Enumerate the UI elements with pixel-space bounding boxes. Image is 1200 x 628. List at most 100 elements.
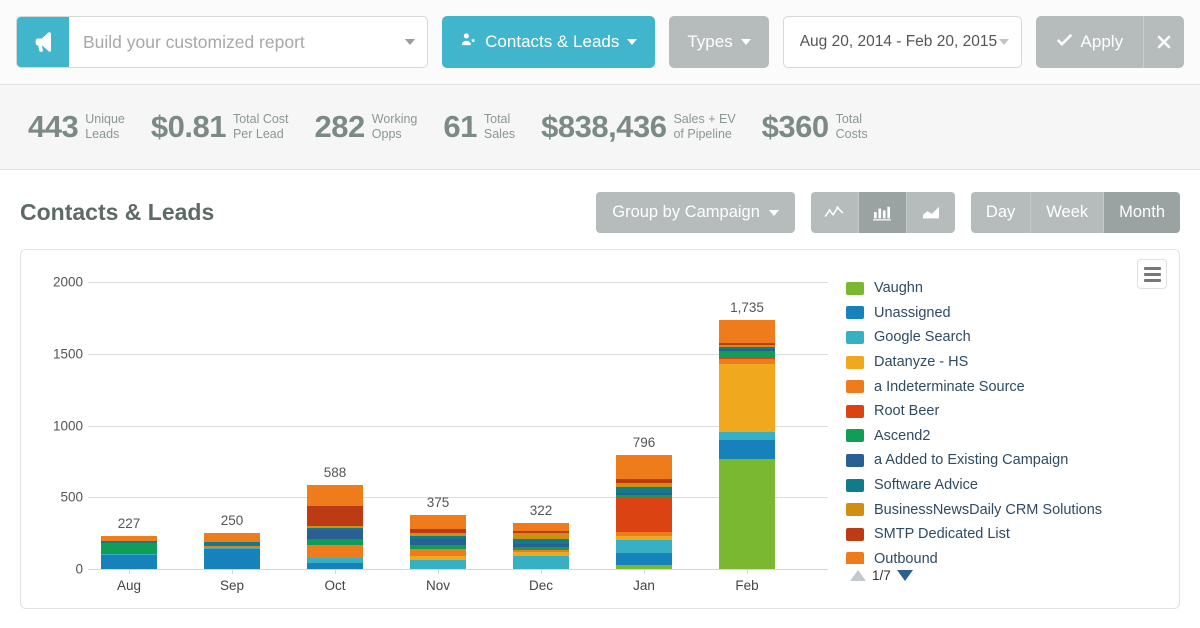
stacked-bar[interactable] [410, 515, 466, 569]
legend-item-label: SMTP Dedicated List [874, 526, 1010, 543]
legend-item[interactable]: Google Search [846, 325, 1179, 350]
bar-segment[interactable] [719, 320, 775, 343]
bar-total-label: 1,735 [730, 300, 764, 316]
kpi-total-costs: $360 Total Costs [762, 109, 868, 145]
legend-item[interactable]: Unassigned [846, 301, 1179, 326]
bar-segment[interactable] [307, 544, 363, 559]
legend-item[interactable]: Software Advice [846, 473, 1179, 498]
contacts-leads-button[interactable]: Contacts & Leads [442, 16, 656, 68]
stacked-bar[interactable] [616, 454, 672, 569]
date-range-picker[interactable]: Aug 20, 2014 - Feb 20, 2015 [782, 16, 1022, 68]
bar-segment[interactable] [616, 552, 672, 565]
report-builder-field[interactable] [16, 16, 429, 68]
legend-item[interactable]: SMTP Dedicated List [846, 522, 1179, 547]
interval-month[interactable]: Month [1104, 192, 1180, 233]
chevron-down-icon [768, 209, 779, 216]
chart-card: 0 500 1000 1500 2000 227 Aug 250 Sep 588 Oct 375 Nov… [20, 249, 1180, 609]
legend-color-swatch [846, 330, 864, 344]
legend-color-swatch [846, 429, 864, 443]
legend-item[interactable]: Ascend2 [846, 424, 1179, 449]
report-search-input[interactable] [69, 31, 394, 53]
bar-segment[interactable] [410, 548, 466, 557]
kpi-value: $838,436 [541, 109, 667, 144]
stacked-bar[interactable] [101, 536, 157, 569]
legend-item[interactable]: BusinessNewsDaily CRM Solutions [846, 497, 1179, 522]
chart-section-header: Contacts & Leads Group by Campaign Day W… [0, 170, 1200, 233]
y-axis-tick-label: 2000 [52, 274, 83, 290]
bar-segment[interactable] [204, 533, 260, 541]
legend-list: Vaughn Unassigned Google Search Datanyze - … [846, 276, 1179, 564]
bar-total-label: 322 [529, 502, 553, 518]
x-axis-line [88, 569, 828, 570]
bar-segment[interactable] [616, 486, 672, 494]
triangle-up-icon[interactable] [850, 570, 866, 581]
bar-segment[interactable] [101, 555, 157, 569]
gridline [88, 497, 828, 499]
interval-day[interactable]: Day [970, 192, 1032, 233]
bar-segment[interactable] [513, 522, 569, 532]
bar-segment[interactable] [616, 539, 672, 553]
x-axis-tick-label: Nov [425, 578, 450, 593]
bar-segment[interactable] [513, 556, 569, 569]
types-button[interactable]: Types [669, 16, 769, 68]
bar-segment[interactable] [719, 431, 775, 440]
group-by-label: Group by Campaign [612, 203, 760, 221]
stacked-bar[interactable] [513, 522, 569, 569]
stacked-bar[interactable] [307, 484, 363, 569]
user-star-icon [460, 31, 477, 53]
gridline [88, 353, 828, 355]
bar-total-label: 227 [117, 516, 141, 532]
legend-item-label: a Added to Existing Campaign [874, 452, 1069, 469]
legend-color-swatch [846, 281, 864, 295]
legend-item[interactable]: a Indeterminate Source [846, 374, 1179, 399]
bar-segment[interactable] [307, 505, 363, 526]
stacked-bar[interactable] [204, 533, 260, 569]
interval-week[interactable]: Week [1031, 192, 1105, 233]
bar-chart-icon[interactable] [858, 192, 907, 233]
x-axis-tick-label: Aug [116, 578, 142, 593]
kpi-label: Total Costs [835, 112, 868, 141]
interval-switcher: Day Week Month [970, 192, 1180, 233]
x-axis-tick-label: Oct [324, 578, 346, 593]
legend-item[interactable]: Datanyze - HS [846, 350, 1179, 375]
date-range-value: Aug 20, 2014 - Feb 20, 2015 [799, 33, 998, 50]
bar-segment[interactable] [719, 439, 775, 459]
legend-item[interactable]: Outbound [846, 547, 1179, 564]
bar-segment[interactable] [616, 497, 672, 533]
legend-item[interactable]: Vaughn [846, 276, 1179, 301]
legend-item[interactable]: Root Beer [846, 399, 1179, 424]
types-label: Types [687, 32, 733, 51]
bar-segment[interactable] [410, 515, 466, 530]
bar-total-label: 796 [632, 434, 656, 450]
bar-segment[interactable] [616, 454, 672, 480]
bar-segment[interactable] [204, 548, 260, 569]
x-axis-tick-mark [747, 569, 748, 574]
chevron-down-icon [998, 39, 1009, 45]
legend-item-label: Software Advice [874, 477, 978, 494]
legend-color-swatch [846, 478, 864, 492]
x-axis-tick-label: Feb [735, 578, 759, 593]
area-chart-icon[interactable] [906, 192, 955, 233]
bar-segment[interactable] [307, 530, 363, 539]
bar-segment[interactable] [410, 560, 466, 569]
close-icon[interactable] [1144, 16, 1184, 68]
stacked-bar-chart: 0 500 1000 1500 2000 227 Aug 250 Sep 588 Oct 375 Nov… [21, 250, 836, 608]
kpi-label: Sales + EV of Pipeline [673, 112, 736, 141]
kpi-working-opps: 282 Working Opps [315, 109, 418, 145]
legend-color-swatch [846, 453, 864, 467]
x-axis-tick-mark [438, 569, 439, 574]
bar-segment[interactable] [101, 543, 157, 554]
legend-item[interactable]: a Added to Existing Campaign [846, 448, 1179, 473]
bar-segment[interactable] [719, 363, 775, 432]
chevron-down-icon[interactable] [393, 17, 427, 67]
line-chart-icon[interactable] [810, 192, 859, 233]
bar-total-label: 250 [220, 513, 244, 529]
bar-segment[interactable] [719, 458, 775, 569]
bar-segment[interactable] [307, 484, 363, 506]
apply-button[interactable]: Apply [1036, 16, 1145, 68]
chevron-down-icon [740, 39, 751, 45]
stacked-bar[interactable] [719, 320, 775, 569]
legend-item-label: Outbound [874, 550, 938, 564]
triangle-down-icon[interactable] [896, 570, 913, 581]
group-by-button[interactable]: Group by Campaign [596, 192, 795, 233]
